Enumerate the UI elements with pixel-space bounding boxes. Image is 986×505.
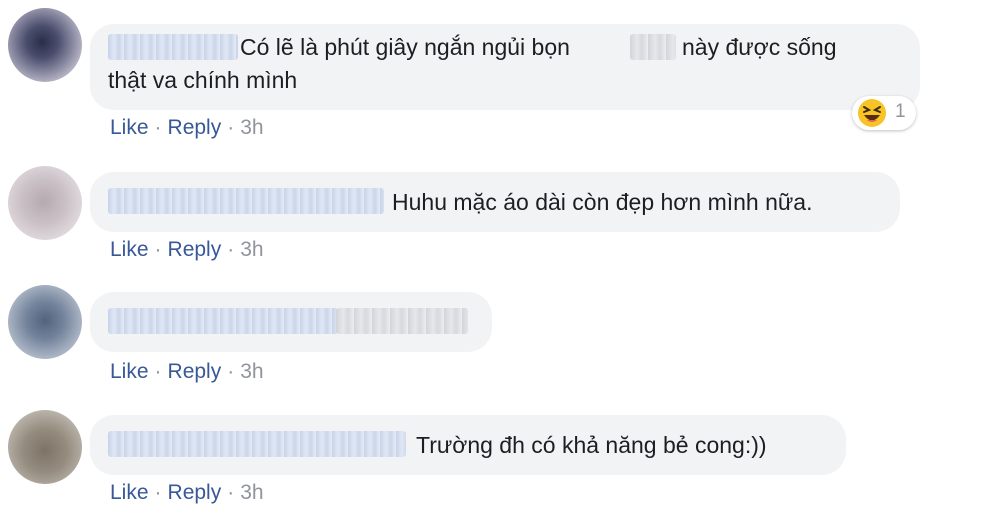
blurred-author-name[interactable]: [108, 308, 338, 334]
like-button[interactable]: Like: [110, 116, 149, 139]
avatar[interactable]: [8, 8, 82, 82]
timestamp[interactable]: 3h: [240, 360, 263, 383]
blurred-word: [630, 34, 676, 60]
separator: ·: [154, 360, 162, 383]
reaction-badge[interactable]: 1: [852, 96, 916, 130]
comment-actions: Like · Reply · 3h: [110, 238, 264, 262]
timestamp[interactable]: 3h: [240, 116, 263, 139]
separator: ·: [154, 238, 162, 261]
separator: ·: [227, 238, 235, 261]
comment-bubble: Có lẽ là phút giây ngắn ngủi bọn này đượ…: [90, 24, 920, 110]
comment-actions: Like · Reply · 3h: [110, 116, 264, 140]
laughing-emoji-icon: [858, 99, 886, 127]
reply-button[interactable]: Reply: [168, 481, 222, 504]
comment-bubble: Trường đh có khả năng bẻ cong:)): [90, 415, 846, 475]
separator: ·: [154, 116, 162, 139]
comment-text: Huhu mặc áo dài còn đẹp hơn mình nữa.: [392, 189, 813, 215]
avatar[interactable]: [8, 410, 82, 484]
avatar[interactable]: [8, 166, 82, 240]
comment-text: Có lẽ là phút giây ngắn ngủi bọn: [240, 34, 570, 60]
reply-button[interactable]: Reply: [168, 116, 222, 139]
comment-actions: Like · Reply · 3h: [110, 481, 264, 505]
comment-actions: Like · Reply · 3h: [110, 360, 264, 384]
comment-text: Trường đh có khả năng bẻ cong:)): [416, 432, 767, 458]
reaction-count: 1: [895, 101, 906, 122]
separator: ·: [227, 481, 235, 504]
timestamp[interactable]: 3h: [240, 481, 263, 504]
like-button[interactable]: Like: [110, 238, 149, 261]
reply-button[interactable]: Reply: [168, 238, 222, 261]
like-button[interactable]: Like: [110, 360, 149, 383]
blurred-author-name[interactable]: [108, 34, 238, 60]
blurred-comment-text: [336, 308, 468, 334]
comment-bubble: Huhu mặc áo dài còn đẹp hơn mình nữa.: [90, 172, 900, 232]
avatar[interactable]: [8, 285, 82, 359]
blurred-author-name[interactable]: [108, 431, 406, 457]
blurred-author-name[interactable]: [108, 188, 384, 214]
separator: ·: [227, 116, 235, 139]
reply-button[interactable]: Reply: [168, 360, 222, 383]
comment-bubble: [90, 292, 492, 352]
comment-text: thật va chính mình: [108, 67, 298, 93]
timestamp[interactable]: 3h: [240, 238, 263, 261]
separator: ·: [227, 360, 235, 383]
separator: ·: [154, 481, 162, 504]
comment-text: này được sống: [682, 34, 837, 60]
like-button[interactable]: Like: [110, 481, 149, 504]
